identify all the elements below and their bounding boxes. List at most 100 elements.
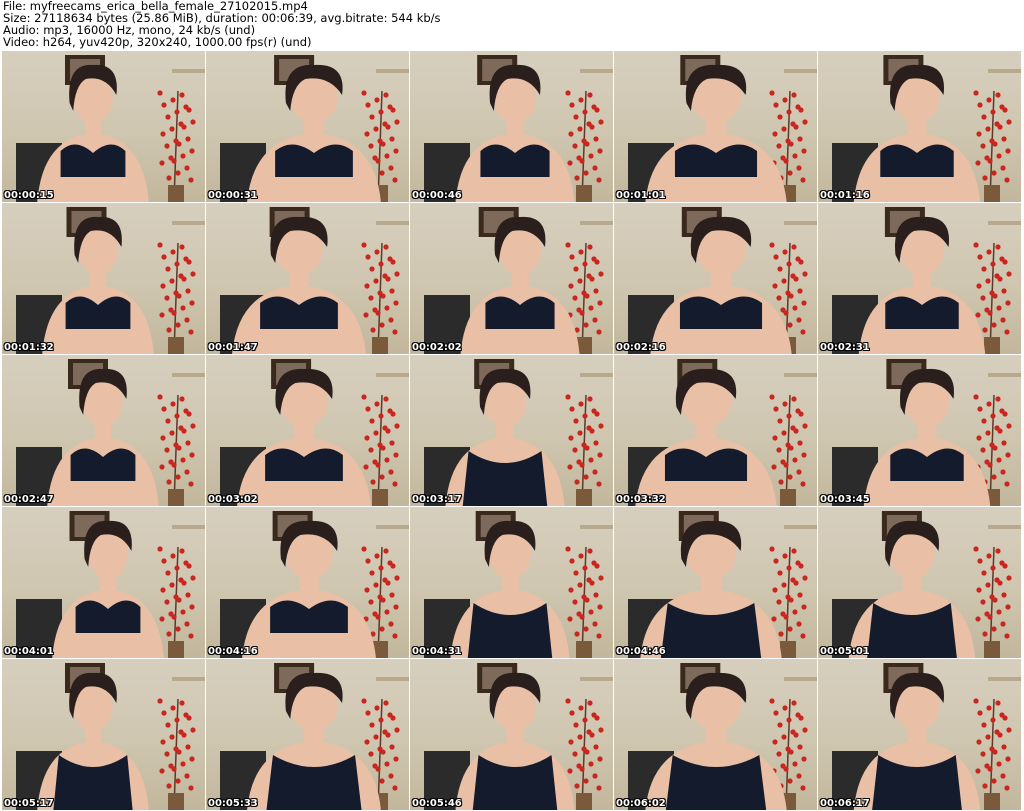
- video-thumbnail: 00:06:02: [614, 659, 817, 810]
- thumbnail-timestamp: 00:01:01: [616, 190, 666, 201]
- video-thumbnail: 00:02:16: [614, 203, 817, 354]
- video-thumbnail: 00:01:01: [614, 51, 817, 202]
- thumbnail-scene: [832, 55, 1021, 202]
- berry-plant: [157, 90, 196, 202]
- thumbnail-timestamp: 00:00:15: [4, 190, 54, 201]
- wall-shelf: [580, 69, 613, 73]
- video-thumbnail: 00:03:02: [206, 355, 409, 506]
- thumbnail-grid: 00:00:15 00:00:31 00:00:46 00:01:01 00:01:16…: [2, 51, 1021, 810]
- person: [853, 672, 981, 810]
- thumbnail-scene: [16, 207, 205, 354]
- video-thumbnail: 00:03:17: [410, 355, 613, 506]
- video-thumbnail: 00:05:33: [206, 659, 409, 810]
- person: [635, 368, 777, 506]
- video-thumbnail: 00:04:46: [614, 507, 817, 658]
- video-thumbnail: 00:01:16: [818, 51, 1021, 202]
- person: [863, 368, 991, 506]
- thumbnail-scene: [628, 511, 817, 658]
- wall-shelf: [376, 525, 409, 529]
- video-thumbnail: 00:02:31: [818, 203, 1021, 354]
- thumbnail-timestamp: 00:04:46: [616, 646, 666, 657]
- thumbnail-timestamp: 00:05:17: [4, 798, 54, 809]
- wall-shelf: [784, 69, 817, 73]
- wall-shelf: [988, 525, 1021, 529]
- video-thumbnail: 00:00:31: [206, 51, 409, 202]
- video-thumbnail: 00:03:32: [614, 355, 817, 506]
- thumbnail-scene: [220, 511, 409, 658]
- thumbnail-scene: [16, 55, 205, 202]
- wall-shelf: [172, 221, 205, 225]
- thumbnail-timestamp: 00:00:31: [208, 190, 258, 201]
- person: [645, 64, 787, 202]
- wall-shelf: [172, 69, 205, 73]
- wall-shelf: [580, 677, 613, 681]
- video-thumbnail: 00:02:47: [2, 355, 205, 506]
- thumbnail-timestamp: 00:02:31: [820, 342, 870, 353]
- wall-shelf: [580, 525, 613, 529]
- berry-plant: [565, 394, 604, 506]
- wall-shelf: [988, 69, 1021, 73]
- person: [247, 64, 381, 202]
- thumbnail-timestamp: 00:04:31: [412, 646, 462, 657]
- person: [858, 216, 986, 354]
- video-thumbnail: 00:00:46: [410, 51, 613, 202]
- thumbnail-scene: [220, 359, 409, 506]
- thumbnail-scene: [424, 511, 613, 658]
- person: [650, 216, 792, 354]
- thumbnail-scene: [832, 207, 1021, 354]
- thumbnail-scene: [424, 207, 613, 354]
- person: [47, 368, 159, 506]
- video-thumbnail: 00:04:16: [206, 507, 409, 658]
- thumbnail-timestamp: 00:01:32: [4, 342, 54, 353]
- thumbnail-scene: [832, 511, 1021, 658]
- thumbnail-timestamp: 00:04:16: [208, 646, 258, 657]
- person: [455, 64, 575, 202]
- thumbnail-scene: [424, 359, 613, 506]
- thumbnail-scene: [628, 359, 817, 506]
- thumbnail-timestamp: 00:03:32: [616, 494, 666, 505]
- thumbnail-timestamp: 00:01:16: [820, 190, 870, 201]
- person: [848, 520, 976, 658]
- thumbnail-timestamp: 00:01:47: [208, 342, 258, 353]
- berry-plant: [157, 242, 196, 354]
- thumbnail-timestamp: 00:03:45: [820, 494, 870, 505]
- wall-shelf: [376, 373, 409, 377]
- video-thumbnail: 00:05:01: [818, 507, 1021, 658]
- thumbnail-timestamp: 00:03:17: [412, 494, 462, 505]
- thumbnail-timestamp: 00:02:16: [616, 342, 666, 353]
- video-thumbnail: 00:06:17: [818, 659, 1021, 810]
- wall-shelf: [172, 677, 205, 681]
- video-thumbnail: 00:02:02: [410, 203, 613, 354]
- wall-shelf: [172, 373, 205, 377]
- thumbnail-scene: [16, 359, 205, 506]
- berry-plant: [157, 394, 196, 506]
- wall-shelf: [376, 677, 409, 681]
- file-info-header: File: myfreecams_erica_bella_female_2710…: [3, 0, 1021, 50]
- thumbnail-timestamp: 00:04:01: [4, 646, 54, 657]
- person: [640, 520, 782, 658]
- berry-plant: [973, 546, 1012, 658]
- wall-shelf: [784, 525, 817, 529]
- wall-shelf: [784, 221, 817, 225]
- person: [232, 216, 366, 354]
- thumbnail-scene: [220, 663, 409, 810]
- video-thumbnail: 00:05:46: [410, 659, 613, 810]
- video-info-line: Video: h264, yuv420p, 320x240, 1000.00 f…: [3, 35, 312, 49]
- thumbnail-scene: [424, 55, 613, 202]
- berry-plant: [361, 242, 400, 354]
- video-thumbnail: 00:04:01: [2, 507, 205, 658]
- thumbnail-scene: [832, 359, 1021, 506]
- person: [242, 520, 376, 658]
- person: [37, 672, 149, 810]
- thumbnail-timestamp: 00:02:02: [412, 342, 462, 353]
- berry-plant: [769, 394, 808, 506]
- person: [450, 520, 570, 658]
- video-thumbnail: 00:01:32: [2, 203, 205, 354]
- wall-shelf: [988, 221, 1021, 225]
- thumbnail-scene: [628, 55, 817, 202]
- person: [455, 672, 575, 810]
- thumbnail-scene: [220, 207, 409, 354]
- video-thumbnail: 00:01:47: [206, 203, 409, 354]
- thumbnail-timestamp: 00:02:47: [4, 494, 54, 505]
- thumbnail-scene: [220, 55, 409, 202]
